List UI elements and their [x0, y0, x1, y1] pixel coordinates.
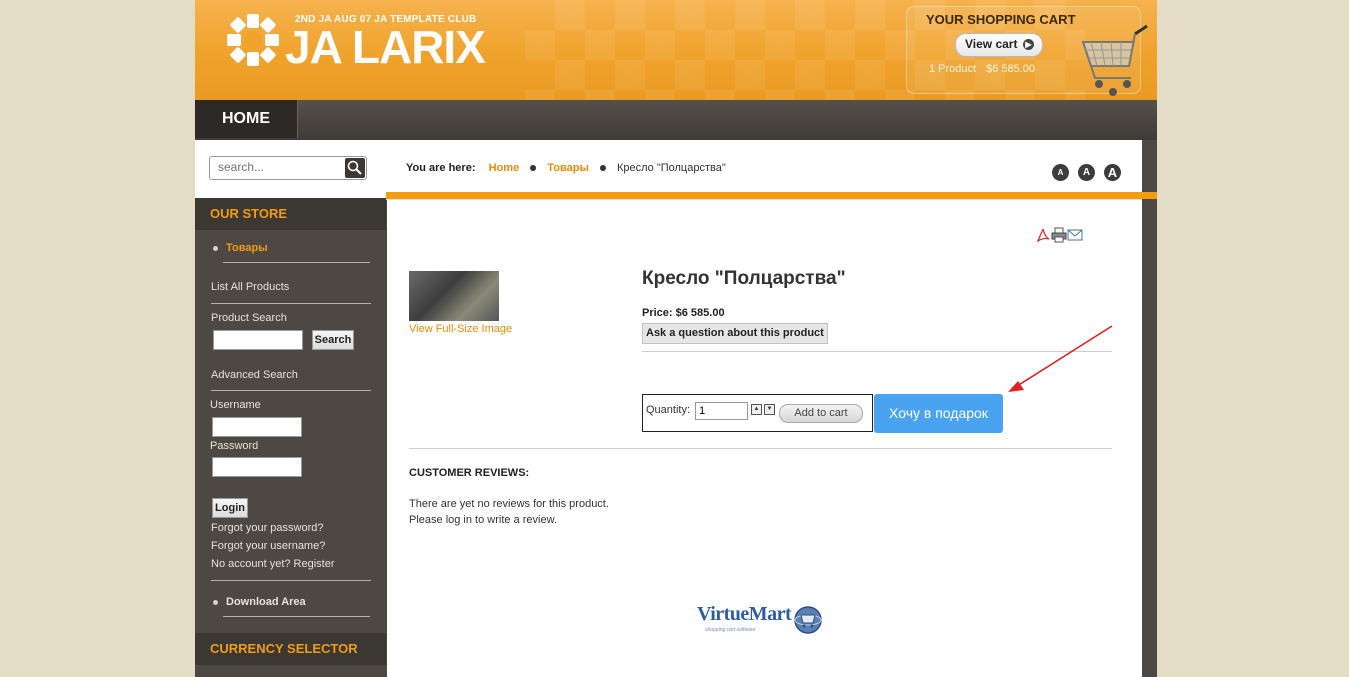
font-size-reset-button[interactable]: A — [1078, 164, 1095, 181]
left-sidebar: OUR STORE Товары List All Products Produ… — [195, 140, 386, 677]
our-store-heading: OUR STORE — [195, 198, 386, 230]
cart-total: $6 585.00 — [986, 63, 1036, 75]
breadcrumb-home[interactable]: Home — [489, 162, 520, 174]
virtuemart-logo-text: VirtueMart — [697, 603, 792, 625]
site-header: 2ND JA AUG 07 JA TEMPLATE CLUB JA LARIX … — [195, 0, 1157, 100]
breadcrumb-bar: You are here: Home Товары Кресло "Полцар… — [386, 140, 1142, 200]
view-cart-label: View cart — [965, 37, 1018, 51]
username-field[interactable] — [212, 417, 302, 437]
sidebar-item-download-area[interactable]: Download Area — [213, 596, 306, 608]
username-label: Username — [210, 399, 261, 411]
divider — [409, 448, 1112, 449]
print-icon[interactable] — [1051, 227, 1067, 243]
add-to-cart-form: Quantity: ▲ ▼ Add to cart — [642, 394, 873, 432]
product-search-button[interactable]: Search — [312, 330, 354, 350]
product-search-input[interactable] — [213, 330, 303, 350]
breadcrumb-label: You are here: — [406, 162, 476, 174]
sidebar-item-category[interactable]: Товары — [213, 242, 268, 254]
product-search-label: Product Search — [211, 312, 287, 324]
advanced-search-link[interactable]: Advanced Search — [211, 369, 298, 381]
virtuemart-logo[interactable]: VirtueMart shopping cart software — [697, 600, 827, 640]
pdf-icon[interactable] — [1035, 227, 1051, 243]
nav-home[interactable]: HOME — [195, 100, 298, 138]
quantity-input[interactable] — [695, 402, 748, 420]
add-to-cart-button[interactable]: Add to cart — [779, 404, 863, 423]
search-box — [209, 156, 367, 180]
document-actions — [1035, 227, 1085, 243]
search-icon — [347, 160, 362, 175]
product-thumbnail-image[interactable] — [409, 271, 499, 321]
breadcrumb: You are here: Home Товары Кресло "Полцар… — [406, 162, 726, 174]
password-field[interactable] — [212, 457, 302, 477]
font-size-increase-button[interactable]: A — [1104, 164, 1121, 181]
breadcrumb-separator — [530, 165, 537, 172]
product-title: Кресло "Полцарства" — [642, 268, 846, 289]
forgot-password-link[interactable]: Forgot your password? — [211, 522, 324, 534]
breadcrumb-category[interactable]: Товары — [547, 162, 589, 174]
quantity-up-icon[interactable]: ▲ — [751, 404, 762, 415]
view-full-size-link[interactable]: View Full-Size Image — [409, 323, 512, 335]
gift-wish-button[interactable]: Хочу в подарок — [874, 394, 1003, 433]
currency-selector-heading: CURRENCY SELECTOR — [195, 633, 386, 665]
customer-reviews-heading: CUSTOMER REVIEWS: — [409, 467, 530, 479]
password-label: Password — [210, 440, 259, 452]
globe-cart-icon — [794, 606, 822, 634]
logo-flower-icon[interactable] — [225, 12, 281, 68]
login-button[interactable]: Login — [212, 498, 248, 518]
cart-title: YOUR SHOPPING CART — [926, 12, 1076, 27]
product-price: Price: $6 585.00 — [642, 307, 725, 319]
view-cart-button[interactable]: View cart ▶ — [955, 33, 1043, 57]
email-icon[interactable] — [1067, 227, 1083, 243]
arrow-right-icon: ▶ — [1023, 39, 1034, 50]
breadcrumb-separator — [599, 165, 606, 172]
search-input[interactable] — [210, 157, 346, 177]
product-content: View Full-Size Image Кресло "Полцарства"… — [387, 200, 1142, 677]
register-link[interactable]: No account yet? Register — [211, 558, 335, 570]
search-button[interactable] — [345, 158, 365, 178]
cart-product-count: 1 Product — [929, 63, 977, 75]
breadcrumb-current: Кресло "Полцарства" — [616, 162, 726, 174]
logo-title[interactable]: JA LARIX — [285, 20, 486, 74]
virtuemart-tagline: shopping cart software — [705, 627, 756, 633]
shopping-cart-icon — [1081, 24, 1148, 96]
annotation-arrow-icon — [1008, 325, 1113, 392]
cart-summary: 1 Product $6 585.00 — [929, 63, 1035, 75]
page-wrapper: 2ND JA AUG 07 JA TEMPLATE CLUB JA LARIX … — [195, 0, 1157, 677]
quantity-down-icon[interactable]: ▼ — [764, 404, 775, 415]
list-all-products-link[interactable]: List All Products — [211, 281, 289, 293]
quantity-label: Quantity: — [646, 404, 691, 416]
main-area: You are here: Home Товары Кресло "Полцар… — [386, 140, 1157, 677]
search-area — [195, 140, 386, 198]
ask-question-button[interactable]: Ask a question about this product — [642, 323, 828, 344]
font-size-decrease-button[interactable]: A — [1052, 164, 1069, 181]
main-navigation: HOME — [195, 100, 1157, 140]
reviews-login-text: Please log in to write a review. — [409, 514, 557, 526]
forgot-username-link[interactable]: Forgot your username? — [211, 540, 325, 552]
reviews-empty-text: There are yet no reviews for this produc… — [409, 498, 609, 510]
